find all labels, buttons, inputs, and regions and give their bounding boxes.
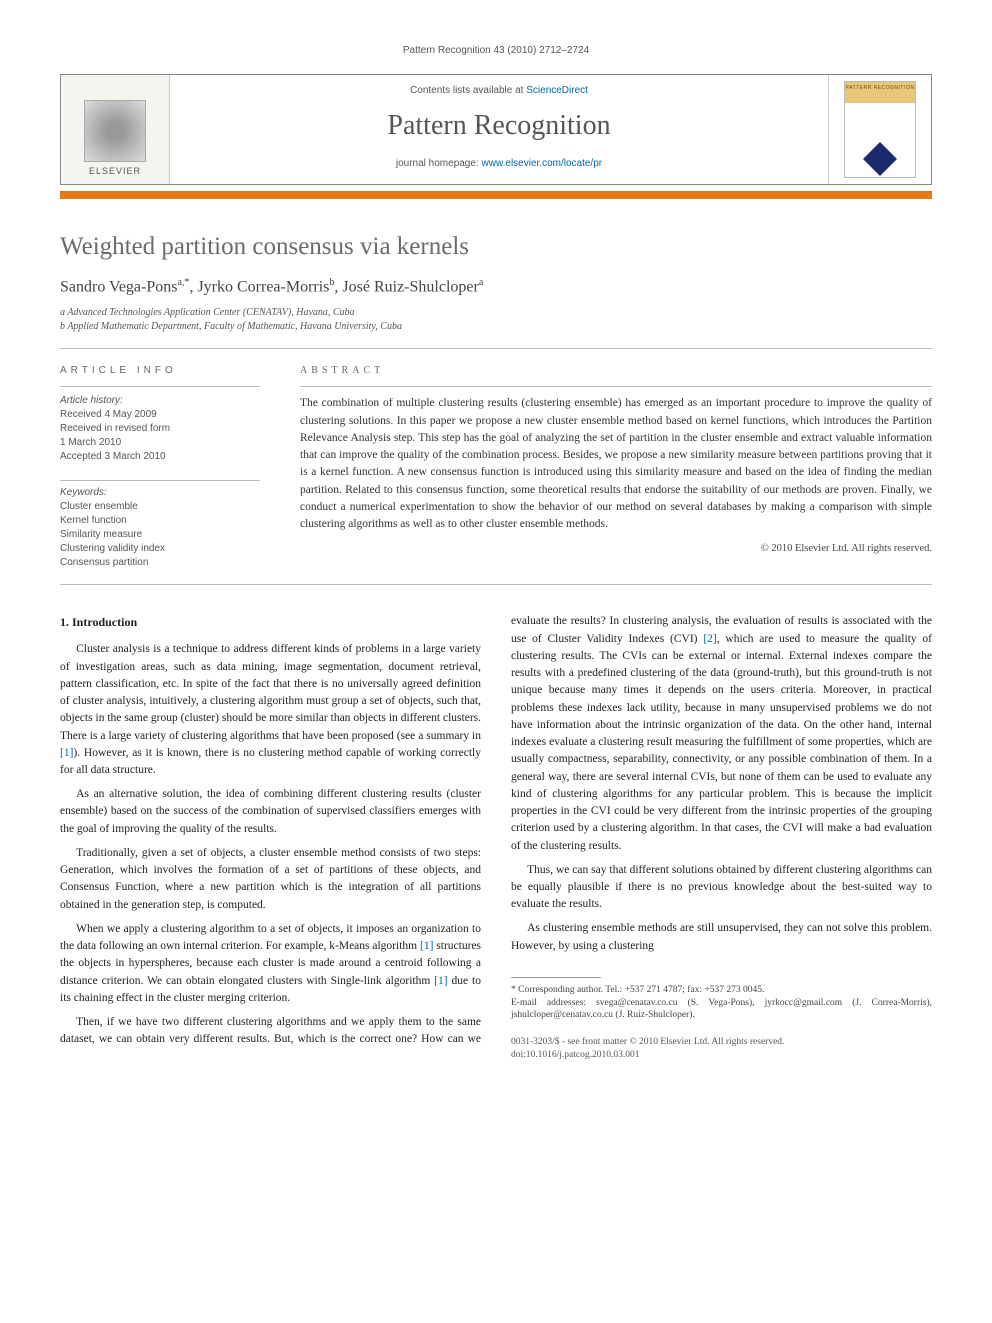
rule-bottom xyxy=(60,584,932,585)
footer-issn: 0031-3203/$ - see front matter © 2010 El… xyxy=(511,1036,932,1049)
ref-link-2[interactable]: [2] xyxy=(703,633,716,645)
history-label: Article history: xyxy=(60,395,260,406)
keyword-1: Cluster ensemble xyxy=(60,500,260,514)
body-columns: 1. Introduction Cluster analysis is a te… xyxy=(60,613,932,1062)
publisher-logo-area: ELSEVIER xyxy=(61,75,170,184)
intro-p7: As clustering ensemble methods are still… xyxy=(511,920,932,955)
article-info-heading: ARTICLE INFO xyxy=(60,365,260,376)
keyword-5: Consensus partition xyxy=(60,556,260,570)
affiliation-a: a Advanced Technologies Application Cent… xyxy=(60,306,932,320)
journal-homepage-link[interactable]: www.elsevier.com/locate/pr xyxy=(482,158,603,169)
author-2-marks: b xyxy=(329,277,334,288)
sciencedirect-link[interactable]: ScienceDirect xyxy=(526,85,588,96)
journal-title: Pattern Recognition xyxy=(178,110,820,142)
ref-link-1c[interactable]: [1] xyxy=(434,975,447,987)
cover-thumb-area: PATTERN RECOGNITION xyxy=(828,75,931,184)
ref-link-1a[interactable]: [1] xyxy=(60,747,73,759)
keyword-2: Kernel function xyxy=(60,514,260,528)
affiliations: a Advanced Technologies Application Cent… xyxy=(60,306,932,334)
intro-p2: As an alternative solution, the idea of … xyxy=(60,786,481,838)
affiliation-b: b Applied Mathematic Department, Faculty… xyxy=(60,320,932,334)
abstract-block: ABSTRACT The combination of multiple clu… xyxy=(300,365,932,570)
history-accepted: Accepted 3 March 2010 xyxy=(60,450,260,464)
footnotes: * Corresponding author. Tel.: +537 271 4… xyxy=(511,984,932,1022)
author-1: Sandro Vega-Pons xyxy=(60,278,177,295)
author-1-marks: a,* xyxy=(177,277,189,288)
article-info-block: ARTICLE INFO Article history: Received 4… xyxy=(60,365,260,570)
journal-banner: ELSEVIER Contents lists available at Sci… xyxy=(60,74,932,185)
orange-divider xyxy=(60,191,932,199)
footnote-separator xyxy=(511,977,601,978)
running-header: Pattern Recognition 43 (2010) 2712–2724 xyxy=(60,45,932,56)
author-3-marks: a xyxy=(479,277,483,288)
ref-link-1b[interactable]: [1] xyxy=(420,940,433,952)
history-revised-b: 1 March 2010 xyxy=(60,436,260,450)
intro-p4: When we apply a clustering algorithm to … xyxy=(60,921,481,1007)
intro-p3: Traditionally, given a set of objects, a… xyxy=(60,845,481,914)
cover-badge-icon xyxy=(863,142,897,176)
author-2: Jyrko Correa-Morris xyxy=(197,278,329,295)
history-revised-a: Received in revised form xyxy=(60,422,260,436)
abstract-heading: ABSTRACT xyxy=(300,365,932,376)
abstract-rule xyxy=(300,386,932,387)
intro-p6: Thus, we can say that different solution… xyxy=(511,862,932,914)
banner-center: Contents lists available at ScienceDirec… xyxy=(170,75,828,184)
article-title: Weighted partition consensus via kernels xyxy=(60,233,932,261)
section-1-heading: 1. Introduction xyxy=(60,613,481,631)
abstract-copyright: © 2010 Elsevier Ltd. All rights reserved… xyxy=(300,543,932,554)
abstract-text: The combination of multiple clustering r… xyxy=(300,395,932,533)
intro-p1: Cluster analysis is a technique to addre… xyxy=(60,641,481,779)
keyword-3: Similarity measure xyxy=(60,528,260,542)
contents-prefix: Contents lists available at xyxy=(410,85,526,96)
elsevier-tree-icon xyxy=(84,100,146,162)
history-received: Received 4 May 2009 xyxy=(60,408,260,422)
author-list: Sandro Vega-Ponsa,*, Jyrko Correa-Morris… xyxy=(60,277,932,296)
footnote-corresponding: * Corresponding author. Tel.: +537 271 4… xyxy=(511,984,932,997)
footer-doi: doi:10.1016/j.patcog.2010.03.001 xyxy=(511,1049,932,1062)
keyword-4: Clustering validity index xyxy=(60,542,260,556)
meta-row: ARTICLE INFO Article history: Received 4… xyxy=(60,349,932,584)
author-3: José Ruiz-Shulcloper xyxy=(342,278,478,295)
homepage-prefix: journal homepage: xyxy=(396,158,482,169)
footnote-emails: E-mail addresses: svega@cenatav.co.cu (S… xyxy=(511,997,932,1023)
keywords-label: Keywords: xyxy=(60,487,260,498)
page-container: Pattern Recognition 43 (2010) 2712–2724 … xyxy=(0,0,992,1107)
publisher-name: ELSEVIER xyxy=(84,166,146,176)
footer-block: 0031-3203/$ - see front matter © 2010 El… xyxy=(511,1036,932,1062)
cover-label: PATTERN RECOGNITION xyxy=(845,82,915,91)
journal-cover-icon: PATTERN RECOGNITION xyxy=(844,81,916,178)
